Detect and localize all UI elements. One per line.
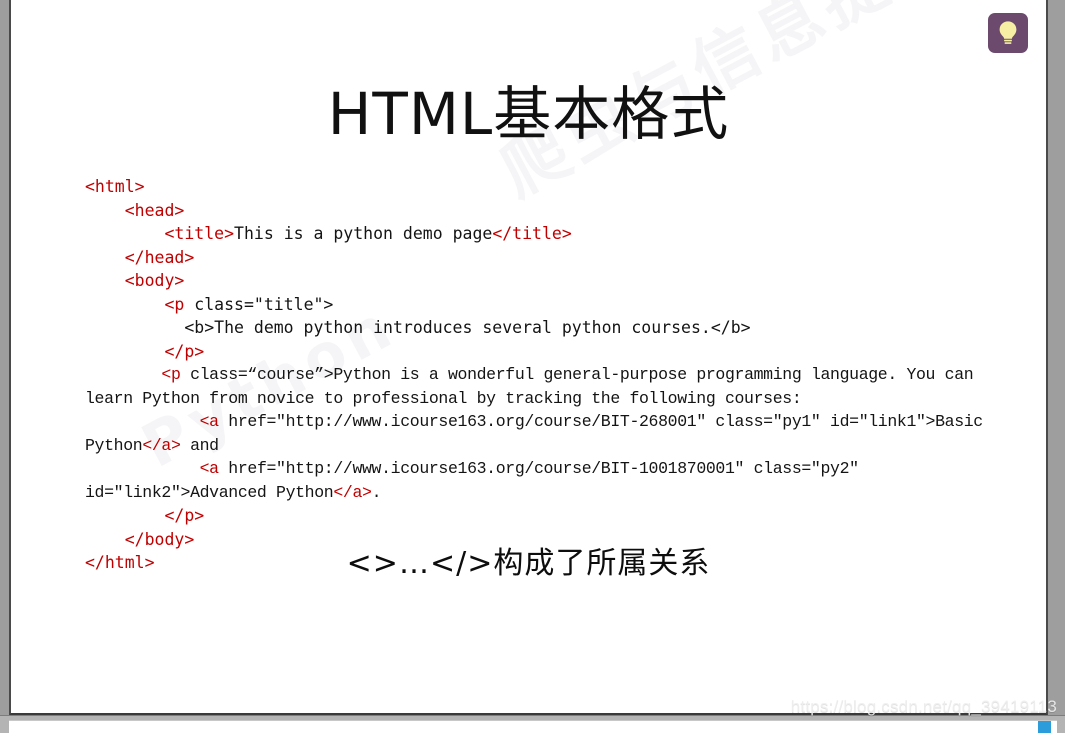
slide-frame: 爬虫与信息提取 Python HTML基本格式 <html> <head> <t… — [9, 0, 1048, 716]
lightbulb-button[interactable] — [988, 13, 1028, 53]
code-line: <html> — [85, 175, 1025, 199]
code-text: . — [371, 482, 382, 502]
code-tag: <title> — [164, 224, 235, 243]
code-text: This is a python demo page — [234, 224, 493, 243]
horizontal-scrollbar-thumb[interactable] — [1038, 721, 1051, 733]
code-text: <b>The demo python introduces several py… — [85, 318, 751, 337]
horizontal-scrollbar-track[interactable] — [9, 720, 1057, 733]
code-tag: <a — [199, 412, 219, 431]
code-line: </p> — [85, 340, 1025, 364]
code-tag: <body> — [124, 271, 185, 290]
code-line: </head> — [85, 246, 1025, 270]
code-tag: </a> — [142, 435, 181, 455]
code-line: <title>This is a python demo page</title… — [85, 222, 1025, 246]
code-text: and — [180, 435, 219, 455]
code-tag: <a — [199, 459, 219, 478]
slide-canvas: 爬虫与信息提取 Python HTML基本格式 <html> <head> <t… — [11, 0, 1046, 710]
code-line: <a href="http://www.icourse163.org/cours… — [85, 410, 1025, 457]
code-tag: <p — [161, 365, 181, 384]
code-tag: </head> — [124, 247, 195, 267]
code-tag: </p> — [164, 341, 205, 361]
code-line: <head> — [85, 199, 1025, 223]
page-title: HTML基本格式 — [327, 80, 730, 148]
code-line: <b>The demo python introduces several py… — [85, 316, 1025, 340]
code-text: class=“course”>Python is a wonderful gen… — [85, 365, 983, 408]
code-line: <p class="title"> — [85, 293, 1025, 317]
code-line: </p> — [85, 504, 1025, 528]
lightbulb-icon — [999, 21, 1017, 44]
code-tag: </p> — [164, 506, 205, 525]
url-watermark: https://blog.csdn.net/qq_39419113 — [790, 697, 1057, 716]
code-text: href="http://www.icourse163.org/course/B… — [85, 412, 993, 455]
code-tag: <p — [164, 294, 185, 314]
code-line: <body> — [85, 269, 1025, 293]
code-block: <html> <head> <title>This is a python de… — [85, 175, 1025, 575]
code-text: class="title"> — [184, 294, 334, 314]
bottom-caption: <>…</>构成了所属关系 — [346, 546, 711, 581]
code-line: <a href="http://www.icourse163.org/cours… — [85, 457, 1025, 504]
slide-viewer: 爬虫与信息提取 Python HTML基本格式 <html> <head> <t… — [0, 0, 1065, 733]
code-tag: <head> — [124, 200, 185, 220]
code-tag: </a> — [333, 482, 372, 502]
code-tag: <html> — [85, 177, 145, 196]
code-line: <p class=“course”>Python is a wonderful … — [85, 363, 1025, 410]
code-tag: </title> — [492, 224, 572, 243]
